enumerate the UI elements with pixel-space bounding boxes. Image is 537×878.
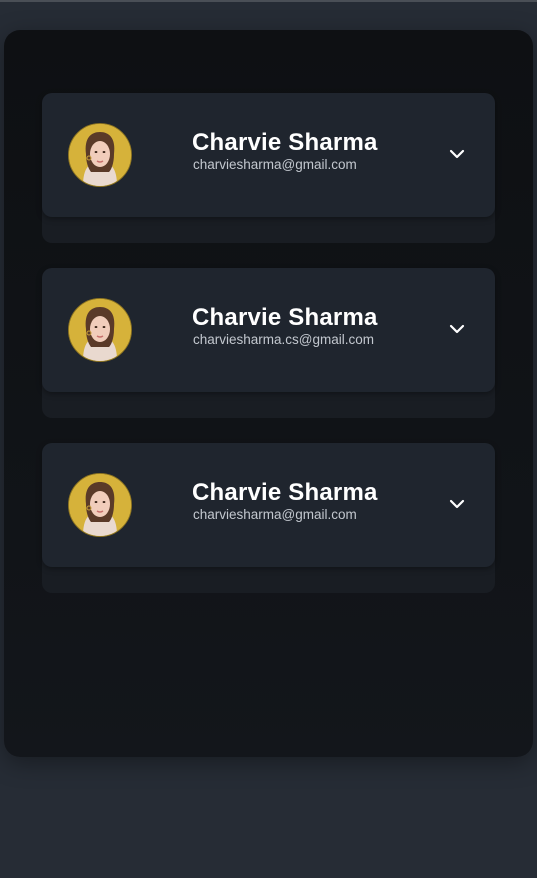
account-name: Charvie Sharma <box>192 304 378 331</box>
chevron-down-icon[interactable] <box>447 146 467 162</box>
window-top-border <box>0 0 537 2</box>
avatar <box>68 298 132 362</box>
account-card: Charvie Sharma charviesharma@gmail.com <box>42 93 495 243</box>
chevron-down-icon[interactable] <box>447 321 467 337</box>
account-email: charviesharma@gmail.com <box>193 507 357 522</box>
profile-photo-icon <box>69 474 131 536</box>
account-card-header[interactable]: Charvie Sharma charviesharma@gmail.com <box>42 443 495 567</box>
chevron-down-icon[interactable] <box>447 496 467 512</box>
account-card: Charvie Sharma charviesharma.cs@gmail.co… <box>42 268 495 418</box>
account-card-header[interactable]: Charvie Sharma charviesharma@gmail.com <box>42 93 495 217</box>
account-card-header[interactable]: Charvie Sharma charviesharma.cs@gmail.co… <box>42 268 495 392</box>
profile-photo-icon <box>69 299 131 361</box>
account-name: Charvie Sharma <box>192 479 378 506</box>
account-name: Charvie Sharma <box>192 129 378 156</box>
profile-photo-icon <box>69 124 131 186</box>
account-email: charviesharma@gmail.com <box>193 157 357 172</box>
account-card: Charvie Sharma charviesharma@gmail.com <box>42 443 495 593</box>
avatar <box>68 473 132 537</box>
account-email: charviesharma.cs@gmail.com <box>193 332 375 347</box>
avatar <box>68 123 132 187</box>
